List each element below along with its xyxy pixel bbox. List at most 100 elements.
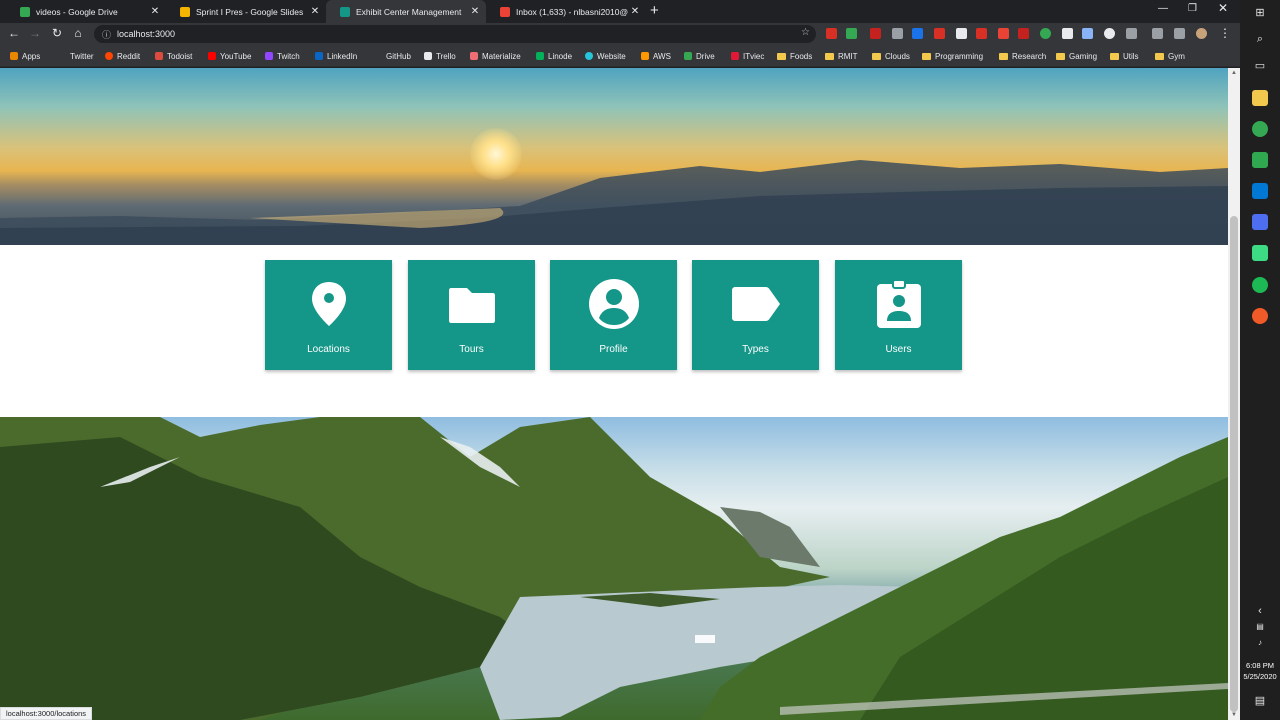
extension-icon[interactable] (1126, 28, 1137, 39)
extension-icon[interactable] (870, 28, 881, 39)
reddit-icon (105, 52, 113, 60)
nav-card-tours[interactable]: Tours (408, 260, 535, 370)
tab-gmail[interactable]: Inbox (1,633) - nlbasni2010@gm ✕ (486, 0, 646, 23)
extension-icon[interactable] (976, 28, 987, 39)
bookmark-github[interactable]: GitHub (374, 50, 411, 62)
extension-icon[interactable] (892, 28, 903, 39)
bookmark-website[interactable]: Website (585, 50, 626, 62)
close-icon[interactable]: ✕ (468, 6, 482, 17)
extension-icon[interactable] (912, 28, 923, 39)
bookmark-trello[interactable]: Trello (424, 50, 456, 62)
bookmark-folder-utils[interactable]: Utils (1110, 50, 1139, 62)
extension-icon[interactable] (1082, 28, 1093, 39)
minimize-button[interactable]: — (1158, 3, 1168, 14)
bookmark-folder-programming[interactable]: Programming (922, 50, 983, 62)
trello-icon (424, 52, 432, 60)
file-explorer-icon[interactable] (1252, 90, 1268, 106)
info-icon[interactable]: ⓘ (102, 28, 111, 41)
extension-icon[interactable] (956, 28, 967, 39)
terminal-icon[interactable] (1252, 152, 1268, 168)
extension-icon[interactable] (998, 28, 1009, 39)
bookmark-folder-gym[interactable]: Gym (1155, 50, 1185, 62)
notifications-icon[interactable]: ▤ (1240, 694, 1280, 707)
scroll-up-arrow-icon[interactable]: ▲ (1230, 70, 1238, 76)
windows-start-icon[interactable]: ⊞ (1240, 6, 1280, 19)
google-slides-icon (180, 6, 190, 17)
close-window-button[interactable]: ✕ (1218, 1, 1228, 15)
chevron-left-icon[interactable]: ‹ (1240, 605, 1280, 617)
extension-icon[interactable] (1152, 28, 1163, 39)
search-icon[interactable]: ⌕ (1240, 33, 1280, 46)
new-tab-button[interactable]: + (650, 2, 659, 19)
tab-google-drive[interactable]: videos - Google Drive ✕ (6, 0, 166, 23)
tab-google-slides[interactable]: Sprint I Pres - Google Slides ✕ (166, 0, 326, 23)
extension-icon[interactable] (1040, 28, 1051, 39)
nav-card-users[interactable]: Users (835, 260, 962, 370)
postman-icon[interactable] (1252, 308, 1268, 324)
avatar[interactable] (1196, 28, 1207, 39)
bookmark-itviec[interactable]: ITviec (731, 50, 764, 62)
close-icon[interactable]: ✕ (148, 6, 162, 17)
system-clock[interactable]: 6:08 PM 5/25/2020 (1240, 660, 1280, 682)
volume-icon[interactable]: ♪ (1240, 638, 1280, 647)
bookmark-materialize[interactable]: Materialize (470, 50, 521, 62)
intellij-icon[interactable] (1252, 214, 1268, 230)
bookmark-drive[interactable]: Drive (684, 50, 715, 62)
extension-icon[interactable] (846, 28, 857, 39)
folder-icon (1056, 52, 1065, 60)
bookmark-twitter[interactable]: Twitter (70, 50, 94, 62)
bookmark-linkedin[interactable]: LinkedIn (315, 50, 357, 62)
spotify-icon[interactable] (1252, 277, 1268, 293)
nav-card-types[interactable]: Types (692, 260, 819, 370)
extension-icon[interactable] (1062, 28, 1073, 39)
folder-icon (872, 52, 881, 60)
bookmark-folder-gaming[interactable]: Gaming (1056, 50, 1097, 62)
youtube-icon (208, 52, 216, 60)
bookmark-todoist[interactable]: Todoist (155, 50, 192, 62)
bookmark-label: LinkedIn (327, 51, 358, 61)
card-label: Users (885, 344, 912, 355)
scroll-down-arrow-icon[interactable]: ▼ (1230, 712, 1238, 718)
extension-icon[interactable] (934, 28, 945, 39)
menu-kebab-icon[interactable]: ⋮ (1218, 26, 1232, 40)
extension-icon[interactable] (826, 28, 837, 39)
bookmark-linode[interactable]: Linode (536, 50, 572, 62)
bookmark-apps[interactable]: Apps (10, 50, 40, 62)
bookmark-label: Utils (1123, 51, 1139, 61)
close-icon[interactable]: ✕ (308, 6, 322, 17)
bookmark-twitch[interactable]: Twitch (265, 50, 300, 62)
folder-icon (448, 288, 495, 323)
chrome-icon[interactable] (1252, 121, 1268, 137)
reload-button[interactable]: ↻ (50, 26, 64, 40)
bookmark-aws[interactable]: AWS (641, 50, 671, 62)
back-button[interactable]: ← (7, 26, 21, 40)
bookmark-folder-foods[interactable]: Foods (777, 50, 812, 62)
link-status-bar: localhost:3000/locations (0, 707, 93, 720)
android-studio-icon[interactable] (1252, 245, 1268, 261)
forward-button[interactable]: → (28, 26, 42, 40)
scrollbar-thumb[interactable] (1230, 216, 1238, 712)
bookmark-reddit[interactable]: Reddit (105, 50, 140, 62)
browser-window: videos - Google Drive ✕ Sprint I Pres - … (0, 0, 1240, 720)
home-button[interactable]: ⌂ (71, 26, 85, 40)
bookmark-label: Linode (548, 51, 573, 61)
page-scrollbar[interactable]: ▲ ▼ (1228, 68, 1240, 720)
mountain-silhouette (0, 160, 1228, 245)
close-icon[interactable]: ✕ (628, 6, 642, 17)
bookmark-folder-rmit[interactable]: RMIT (825, 50, 858, 62)
bookmark-youtube[interactable]: YouTube (208, 50, 251, 62)
tab-exhibit-center[interactable]: Exhibit Center Management ✕ (326, 0, 486, 23)
nav-card-locations[interactable]: Locations (265, 260, 392, 370)
network-icon[interactable]: ▤ (1240, 622, 1280, 631)
extension-icon[interactable] (1174, 28, 1185, 39)
task-view-icon[interactable]: ▭ (1240, 59, 1280, 72)
extension-icon[interactable] (1104, 28, 1115, 39)
bookmark-star-icon[interactable]: ☆ (801, 27, 810, 38)
vscode-icon[interactable] (1252, 183, 1268, 199)
address-bar[interactable]: ⓘ localhost:3000 ☆ (94, 25, 816, 43)
extension-icon[interactable] (1018, 28, 1029, 39)
restore-button[interactable]: ❐ (1188, 3, 1197, 14)
bookmark-folder-research[interactable]: Research (999, 50, 1046, 62)
bookmark-folder-clouds[interactable]: Clouds (872, 50, 910, 62)
nav-card-profile[interactable]: Profile (550, 260, 677, 370)
